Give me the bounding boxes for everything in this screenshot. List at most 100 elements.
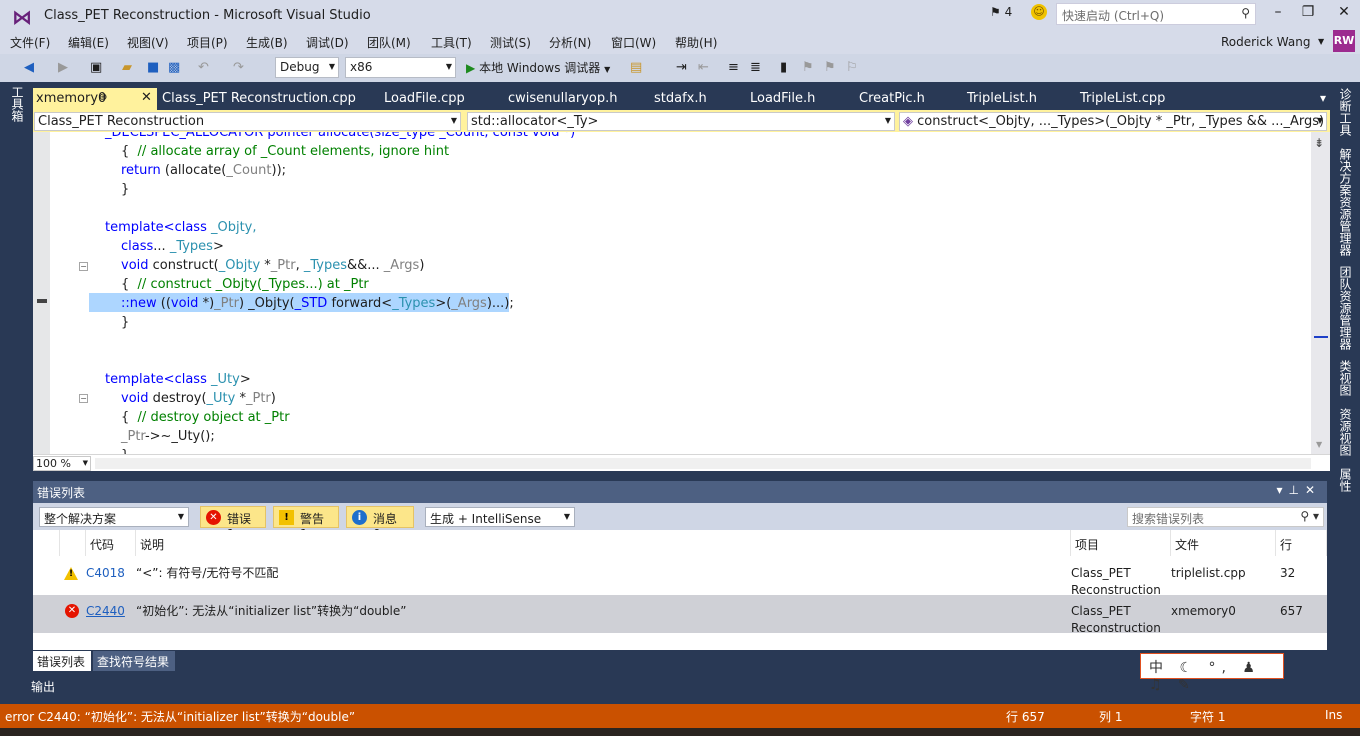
previous-bookmark-icon[interactable]: ⚑: [802, 60, 814, 75]
tab-creatpic-h[interactable]: CreatPic.h: [859, 91, 925, 106]
standard-toolbar: ◀ ▶ ▣ ▰ ■ ▩ ↶ ↷ Debug ▼ x86 ▼ ▶ 本地 Windo…: [0, 54, 1360, 82]
warnings-filter-button[interactable]: ! 警告 1: [273, 506, 339, 541]
menu-team[interactable]: 团队(M): [367, 34, 411, 51]
class-view-tab[interactable]: 类视图: [1336, 360, 1354, 396]
user-name[interactable]: Roderick Wang: [1221, 35, 1310, 49]
new-project-icon[interactable]: ▣: [90, 60, 102, 75]
menu-tools[interactable]: 工具(T): [431, 34, 472, 51]
column-header-line[interactable]: 行: [1276, 530, 1327, 556]
tab-loadfile-h[interactable]: LoadFile.h: [750, 91, 815, 106]
scope-filter-select[interactable]: 整个解决方案 ▼: [39, 507, 189, 527]
table-row[interactable]: ! C4018 “<”: 有符号/无符号不匹配 Class_PET Recons…: [33, 557, 1327, 597]
pin-icon[interactable]: ⊥: [1288, 483, 1304, 497]
comment-icon[interactable]: ≡: [728, 60, 739, 75]
feedback-smiley-icon[interactable]: ☺: [1031, 4, 1047, 20]
close-icon[interactable]: ✕: [1305, 483, 1321, 497]
redo-icon[interactable]: ↷: [233, 60, 244, 75]
column-header-project[interactable]: 项目: [1071, 530, 1171, 556]
split-window-icon[interactable]: ⇟: [1314, 136, 1324, 150]
step-out-icon[interactable]: ⇤: [698, 60, 709, 75]
messages-filter-button[interactable]: i 消息 0: [346, 506, 414, 541]
tab-triplelist-cpp[interactable]: TripleList.cpp: [1080, 91, 1165, 106]
menu-analyze[interactable]: 分析(N): [549, 34, 591, 51]
menu-build[interactable]: 生成(B): [246, 34, 288, 51]
panel-menu-icon[interactable]: ▾: [1276, 483, 1288, 497]
minimize-button[interactable]: –: [1266, 4, 1290, 24]
fold-toggle-icon[interactable]: −: [79, 262, 88, 271]
menu-project[interactable]: 项目(P): [187, 34, 228, 51]
avatar[interactable]: RW: [1333, 30, 1355, 52]
pin-icon[interactable]: ⊕: [99, 92, 107, 103]
indicator-margin[interactable]: [33, 132, 50, 454]
menu-window[interactable]: 窗口(W): [611, 34, 656, 51]
fold-toggle-icon[interactable]: −: [79, 394, 88, 403]
scroll-down-icon[interactable]: ▼: [1316, 440, 1322, 449]
resource-view-tab[interactable]: 资源视图: [1336, 408, 1354, 456]
menu-debug[interactable]: 调试(D): [306, 34, 349, 51]
properties-tab[interactable]: 属性: [1336, 468, 1354, 492]
quick-launch-input[interactable]: 快速启动 (Ctrl+Q) ⚲: [1056, 3, 1256, 25]
vertical-scrollbar[interactable]: ⇟ ▼: [1311, 132, 1330, 454]
tab-loadfile-cpp[interactable]: LoadFile.cpp: [384, 91, 465, 106]
clear-bookmarks-icon[interactable]: ⚐: [846, 60, 858, 75]
tab-xmemory0[interactable]: xmemory0 ⊕ ✕: [33, 88, 157, 110]
errors-filter-button[interactable]: ✕ 错误 1: [200, 506, 266, 541]
scope-select[interactable]: std::allocator<_Ty> ▼: [467, 112, 895, 131]
tab-find-symbol-results[interactable]: 查找符号结果: [93, 651, 175, 671]
member-select[interactable]: ◈ construct<_Objty, ..._Types>(_Objty * …: [899, 112, 1327, 131]
tab-class-pet-reconstruction-cpp[interactable]: Class_PET Reconstruction.cpp: [162, 91, 356, 106]
find-in-files-icon[interactable]: ▤: [630, 60, 642, 75]
horizontal-scrollbar[interactable]: [95, 458, 1311, 469]
menu-edit[interactable]: 编辑(E): [68, 34, 109, 51]
solution-platform-select[interactable]: x86 ▼: [345, 57, 456, 78]
bookmark-icon[interactable]: ▮: [780, 60, 787, 75]
current-line-marker: [37, 299, 47, 303]
source-filter-select[interactable]: 生成 + IntelliSense ▼: [425, 507, 575, 527]
column-header-severity[interactable]: [60, 530, 86, 556]
table-row[interactable]: ✕ C2440 “初始化”: 无法从“initializer list”转换为“…: [33, 595, 1327, 635]
toolbox-tab[interactable]: 工具箱: [8, 86, 26, 122]
user-menu-arrow-icon[interactable]: ▼: [1318, 37, 1324, 46]
navigate-forward-icon[interactable]: ▶: [58, 60, 68, 75]
error-code-link[interactable]: C4018: [86, 565, 125, 582]
navigate-back-icon[interactable]: ◀: [24, 60, 34, 75]
menu-view[interactable]: 视图(V): [127, 34, 169, 51]
next-bookmark-icon[interactable]: ⚑: [824, 60, 836, 75]
chevron-down-icon: ▼: [450, 116, 457, 125]
uncomment-icon[interactable]: ≣: [750, 60, 761, 75]
error-search-input[interactable]: 搜索错误列表 ⚲ ▾: [1127, 507, 1324, 527]
maximize-button[interactable]: ❐: [1296, 4, 1320, 24]
column-header-category[interactable]: [33, 530, 60, 556]
left-tool-strip: 工具箱: [0, 82, 33, 704]
project-select[interactable]: Class_PET Reconstruction ▼: [34, 112, 461, 131]
ime-toolbar[interactable]: 中 ☾ °, ♟ ♫ ✎: [1140, 653, 1284, 693]
save-all-icon[interactable]: ▩: [168, 60, 180, 75]
menu-test[interactable]: 测试(S): [490, 34, 531, 51]
diagnostic-tools-tab[interactable]: 诊断工具: [1336, 88, 1354, 136]
notifications-flag-icon[interactable]: ⚑ 4: [990, 5, 1012, 19]
team-explorer-tab[interactable]: 团队资源管理器: [1336, 266, 1354, 350]
output-tab[interactable]: 输出: [31, 678, 55, 695]
column-header-file[interactable]: 文件: [1171, 530, 1276, 556]
tab-stdafx-h[interactable]: stdafx.h: [654, 91, 707, 106]
menu-help[interactable]: 帮助(H): [675, 34, 717, 51]
tab-error-list[interactable]: 错误列表: [33, 651, 91, 671]
close-icon[interactable]: ✕: [141, 90, 152, 105]
start-debugging-button[interactable]: ▶ 本地 Windows 调试器 ▼: [466, 59, 610, 76]
open-file-icon[interactable]: ▰: [122, 60, 132, 75]
undo-icon[interactable]: ↶: [198, 60, 209, 75]
solution-configuration-select[interactable]: Debug ▼: [275, 57, 339, 78]
close-window-button[interactable]: ✕: [1332, 4, 1356, 24]
error-code-link[interactable]: C2440: [86, 603, 125, 620]
zoom-select[interactable]: 100 % ▼: [33, 456, 91, 471]
tab-list-dropdown-icon[interactable]: ▾: [1320, 91, 1326, 105]
tab-triplelist-h[interactable]: TripleList.h: [967, 91, 1037, 106]
column-header-code[interactable]: 代码: [86, 530, 136, 556]
column-header-description[interactable]: 说明: [136, 530, 1071, 556]
save-icon[interactable]: ■: [147, 60, 159, 75]
menu-file[interactable]: 文件(F): [10, 34, 50, 51]
solution-explorer-tab[interactable]: 解决方案资源管理器: [1336, 148, 1354, 256]
code-editor[interactable]: − − _DECLSPEC_ALLOCATOR pointer allocate…: [33, 132, 1330, 454]
step-icon[interactable]: ⇥: [676, 60, 687, 75]
tab-cwisenullaryop-h[interactable]: cwisenullaryop.h: [508, 91, 617, 106]
